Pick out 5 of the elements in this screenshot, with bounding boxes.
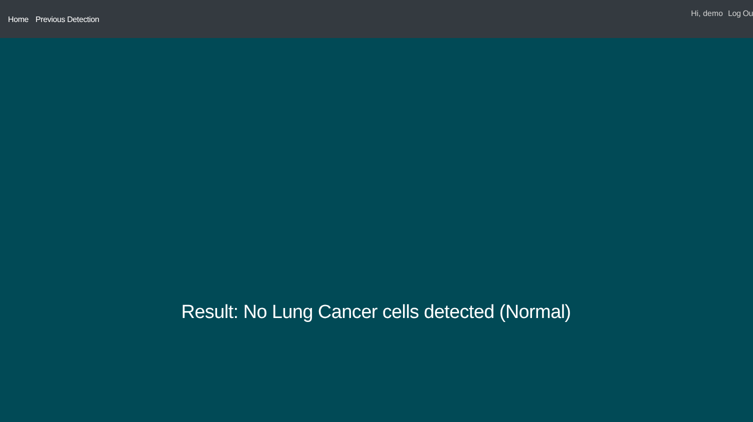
user-greeting: Hi, demo: [690, 8, 723, 18]
logout-link[interactable]: Log Ou: [728, 8, 753, 18]
nav-link[interactable]: Home: [8, 14, 29, 24]
nav-link[interactable]: Previous Detection: [36, 14, 100, 24]
result-message: Result: No Lung Cancer cells detected (Normal): [181, 302, 571, 324]
